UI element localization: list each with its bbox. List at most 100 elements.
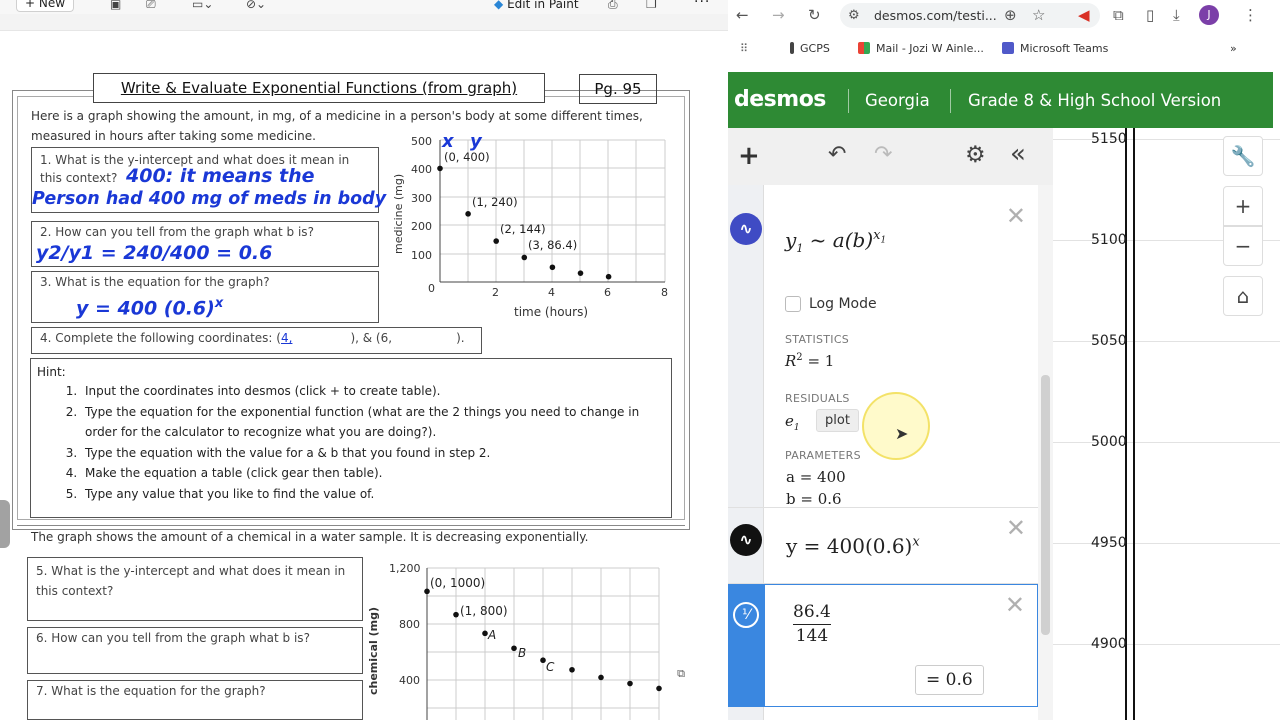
medicine-ytick-1: 400 [411, 163, 432, 176]
bookmark-label: GCPS [800, 42, 830, 55]
profile-avatar[interactable]: J [1199, 5, 1219, 25]
regression-formula[interactable]: y1 ~ a(b)x1 [785, 228, 886, 255]
chemical-point-label-A: A [487, 628, 496, 642]
zoom-in-icon[interactable]: + [1223, 186, 1263, 226]
more-icon[interactable]: ··· [694, 0, 710, 10]
apps-icon[interactable]: ⠿ [740, 42, 748, 55]
chemical-data-point [656, 685, 662, 692]
r-squared: R2 = 1 [785, 352, 834, 370]
question-7: 7. What is the equation for the graph? [36, 684, 266, 698]
expression-equation[interactable]: ∿ y = 400(0.6)x ✕ [728, 508, 1038, 584]
home-icon[interactable]: ⌂ [1223, 276, 1263, 316]
chemical-graph-grid [426, 567, 660, 720]
erase-icon[interactable]: ⊘⌄ [246, 0, 266, 11]
medicine-ytick-2: 300 [411, 192, 432, 205]
medicine-xtick-1: 2 [492, 286, 499, 299]
medicine-point-label-3: (3, 86.4) [528, 238, 577, 252]
extensions-icon[interactable]: ⧉ [1113, 6, 1124, 24]
undo-icon[interactable]: ↶ [828, 142, 846, 167]
medicine-data-point [521, 254, 528, 261]
site-info-icon[interactable]: ⚙ [848, 8, 860, 23]
chemical-data-point [482, 630, 488, 637]
edit-in-paint-button[interactable]: ◆ Edit in Paint [494, 0, 579, 11]
screen: + New ▣ ⎚ ▭⌄ ⊘⌄ ◆ Edit in Paint ⎙ ❐ ··· … [0, 0, 1280, 720]
y-axis-label: 5000 [1091, 434, 1127, 450]
chemical-data-point [627, 680, 633, 687]
browser-toolbar: ← → ↻ ⚙ desmos.com/testi... ⊕ ☆ ◀ ⧉ ▯ ⤓ … [728, 0, 1280, 32]
crop-icon[interactable]: ▣ [110, 0, 121, 11]
graph-paper[interactable]: 5150 5100 5050 5000 4950 4900 🔧 + − ⌂ [1053, 128, 1280, 720]
bookmark-teams[interactable]: Microsoft Teams [1002, 42, 1108, 55]
reload-icon[interactable]: ↻ [808, 6, 821, 24]
download-icon[interactable]: ⤓ [1173, 6, 1180, 24]
filter-icon[interactable]: ▭⌄ [192, 0, 213, 11]
settings-gear-icon[interactable]: ⚙ [965, 142, 986, 168]
expression-regression[interactable]: ∿ y1 ~ a(b)x1 ✕ Log Mode STATISTICS R2 =… [728, 198, 1038, 508]
bookmark-mail[interactable]: Mail - Jozi W Ainle... [858, 42, 984, 55]
zoom-icon[interactable]: ⧉ [670, 667, 692, 685]
photo-viewer: + New ▣ ⎚ ▭⌄ ⊘⌄ ◆ Edit in Paint ⎙ ❐ ··· … [0, 0, 728, 720]
redo-icon[interactable]: ↷ [874, 142, 892, 167]
extension-megaphone-icon[interactable]: ◀ [1078, 6, 1090, 24]
question-4-box: 4. Complete the following coordinates: (… [31, 327, 482, 354]
medicine-xtick-2: 4 [548, 286, 555, 299]
desmos-logo[interactable]: desmos [734, 87, 826, 112]
menu-icon[interactable]: ⋮ [1243, 6, 1258, 24]
evaluation-result: = 0.6 [915, 665, 984, 695]
side-panel-handle[interactable] [0, 500, 10, 548]
bookmark-star-icon[interactable]: ☆ [1032, 6, 1045, 24]
scrollbar-thumb[interactable] [1041, 375, 1050, 635]
mouse-cursor-icon: ➤ [895, 424, 909, 443]
forward-icon[interactable]: → [772, 6, 785, 24]
formula-sub: 1 [796, 242, 804, 255]
graph-settings-wrench-icon[interactable]: 🔧 [1223, 136, 1263, 176]
regression-curve [1133, 128, 1135, 720]
gcps-icon [790, 42, 794, 54]
expression-fraction[interactable]: ⅟ 86.4 144 ✕ = 0.6 [728, 584, 1038, 707]
medicine-point-label-1: (1, 240) [472, 195, 518, 209]
hint-box: Hint: Input the coordinates into desmos … [30, 358, 672, 518]
new-button[interactable]: + New [16, 0, 75, 12]
equation-color-icon[interactable]: ∿ [730, 524, 762, 556]
y-axis [1125, 128, 1127, 720]
delete-expression-icon[interactable]: ✕ [1006, 202, 1026, 230]
add-item-icon[interactable]: + [738, 141, 760, 171]
answer-2: y2/y1 = 240/400 = 0.6 [36, 242, 273, 264]
more-bookmarks-icon[interactable]: » [1230, 42, 1237, 55]
zoom-out-icon[interactable]: − [1223, 226, 1263, 266]
section-2-intro: The graph shows the amount of a chemical… [31, 530, 589, 544]
question-6: 6. How can you tell from the graph what … [36, 631, 310, 645]
log-mode-checkbox[interactable] [785, 296, 801, 312]
save-icon[interactable]: ⎙ [608, 0, 618, 12]
medicine-xtick-4: 8 [661, 286, 668, 299]
medicine-data-point [549, 264, 556, 271]
copy-icon[interactable]: ❐ [646, 0, 657, 11]
plot-residuals-button[interactable]: plot [816, 409, 859, 432]
sidebar-icon[interactable]: ▯ [1146, 6, 1154, 24]
delete-expression-icon[interactable]: ✕ [1005, 591, 1025, 619]
bookmark-gcps[interactable]: GCPS [790, 42, 830, 55]
regression-color-icon[interactable]: ∿ [730, 213, 762, 245]
rotate-icon[interactable]: ⎚ [146, 0, 156, 12]
answer-1a: 400: it means the [126, 165, 315, 187]
fraction-display-icon[interactable]: ⅟ [733, 602, 759, 628]
medicine-data-point [605, 273, 612, 280]
delete-expression-icon[interactable]: ✕ [1006, 514, 1026, 542]
back-icon[interactable]: ← [736, 6, 749, 24]
paint-icon: ◆ [494, 0, 504, 11]
collapse-list-icon[interactable]: « [1010, 139, 1026, 169]
residual-sub: 1 [793, 423, 800, 433]
chemical-graph: chemical (mg) 1,200 800 400 (0, 1000) (1… [367, 562, 662, 720]
param-a: a = 400 [786, 468, 846, 486]
chemical-point-label-C: C [546, 660, 555, 674]
hint-item: Make the equation a table (click gear th… [81, 463, 671, 484]
medicine-xtick-3: 6 [604, 286, 611, 299]
desmos-header: desmos Georgia Grade 8 & High School Ver… [728, 72, 1273, 128]
question-4-hw: 4, [280, 331, 293, 345]
url-text: desmos.com/testi... [874, 8, 997, 23]
y-axis-label: 5100 [1091, 232, 1127, 248]
zoom-icon[interactable]: ⊕ [1004, 6, 1017, 24]
chemical-ytick-0: 1,200 [389, 562, 421, 575]
fraction-expression[interactable]: 86.4 144 [793, 602, 831, 646]
equation-formula[interactable]: y = 400(0.6)x [786, 534, 920, 558]
